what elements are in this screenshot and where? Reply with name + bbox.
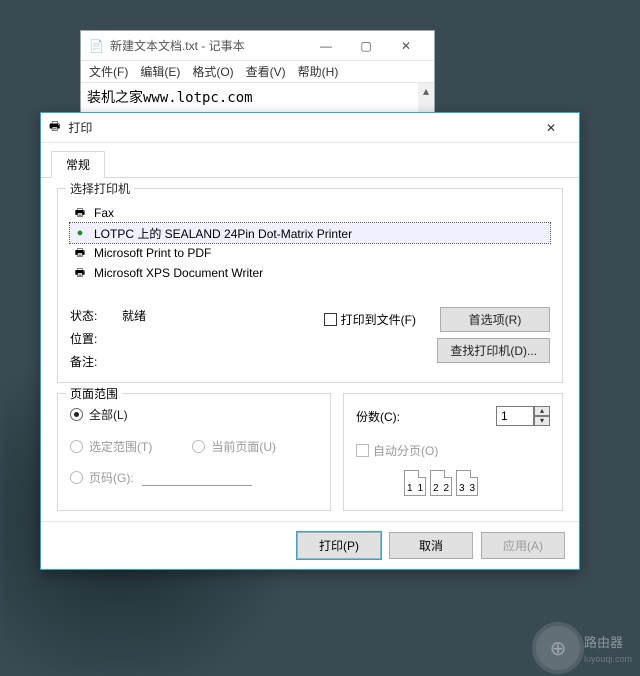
minimize-button[interactable]: —	[306, 31, 346, 61]
collate-checkbox: 自动分页(O)	[356, 442, 438, 459]
copies-label: 份数(C):	[356, 408, 400, 425]
menu-view[interactable]: 查看(V)	[246, 63, 286, 80]
spin-up-icon[interactable]: ▴	[534, 406, 550, 416]
apply-button: 应用(A)	[481, 532, 565, 559]
dialog-tabs: 常规	[41, 143, 579, 178]
radio-current: 当前页面(U)	[192, 438, 276, 455]
pages-input	[142, 469, 252, 486]
notepad-content[interactable]: 装机之家www.lotpc.com	[81, 83, 434, 111]
printer-list[interactable]: 🖶Fax ●LOTPC 上的 SEALAND 24Pin Dot-Matrix …	[70, 199, 550, 299]
printer-ready-icon: ●	[72, 226, 88, 240]
copies-group: 份数(C): ▴▾ 自动分页(O) 11 22 33	[343, 393, 563, 511]
printer-group: 选择打印机 🖶Fax ●LOTPC 上的 SEALAND 24Pin Dot-M…	[57, 188, 563, 383]
preferences-button[interactable]: 首选项(R)	[440, 307, 550, 332]
radio-pages: 页码(G):	[70, 469, 134, 486]
close-button[interactable]: ✕	[386, 31, 426, 61]
page-range-group: 页面范围 全部(L) 选定范围(T) 当前页面(U) 页码(G):	[57, 393, 331, 511]
notepad-title: 新建文本文档.txt - 记事本	[110, 37, 300, 54]
print-dialog: 🖶 打印 ✕ 常规 选择打印机 🖶Fax ●LOTPC 上的 SEALAND 2…	[40, 112, 580, 570]
printer-item-xps[interactable]: 🖶Microsoft XPS Document Writer	[70, 263, 550, 283]
status-label: 状态:	[70, 307, 122, 324]
printer-icon: 🖶	[72, 266, 88, 280]
printer-icon: 🖶	[49, 117, 60, 138]
menu-help[interactable]: 帮助(H)	[298, 63, 339, 80]
radio-all[interactable]: 全部(L)	[70, 406, 128, 423]
notepad-titlebar: 📄 新建文本文档.txt - 记事本 — ▢ ✕	[81, 31, 434, 61]
file-icon: 📄	[89, 39, 104, 53]
tab-general[interactable]: 常规	[51, 151, 105, 178]
menu-file[interactable]: 文件(F)	[89, 63, 128, 80]
page-range-label: 页面范围	[66, 385, 122, 402]
printer-item-sealand[interactable]: ●LOTPC 上的 SEALAND 24Pin Dot-Matrix Print…	[70, 223, 550, 243]
collate-preview: 11 22 33	[356, 470, 550, 496]
watermark-icon: ⊕	[536, 626, 580, 670]
copies-input[interactable]	[496, 406, 534, 426]
menu-format[interactable]: 格式(O)	[192, 63, 233, 80]
menu-edit[interactable]: 编辑(E)	[140, 63, 180, 80]
status-value: 就绪	[122, 307, 302, 324]
dialog-title: 打印	[68, 119, 523, 136]
comment-label: 备注:	[70, 353, 122, 370]
radio-selection: 选定范围(T)	[70, 438, 152, 455]
printer-item-fax[interactable]: 🖶Fax	[70, 203, 550, 223]
maximize-button[interactable]: ▢	[346, 31, 386, 61]
printer-item-pdf[interactable]: 🖶Microsoft Print to PDF	[70, 243, 550, 263]
cancel-button[interactable]: 取消	[389, 532, 473, 559]
find-printer-button[interactable]: 查找打印机(D)...	[437, 338, 550, 363]
copies-spinner[interactable]: ▴▾	[496, 406, 550, 426]
print-button[interactable]: 打印(P)	[297, 532, 381, 559]
spin-down-icon[interactable]: ▾	[534, 416, 550, 426]
dialog-close-button[interactable]: ✕	[531, 113, 571, 143]
dialog-titlebar: 🖶 打印 ✕	[41, 113, 579, 143]
select-printer-label: 选择打印机	[66, 180, 134, 197]
notepad-menubar: 文件(F) 编辑(E) 格式(O) 查看(V) 帮助(H)	[81, 61, 434, 83]
scroll-up-icon[interactable]: ▴	[418, 83, 434, 99]
print-to-file-checkbox[interactable]: 打印到文件(F)	[324, 311, 416, 328]
printer-icon: 🖶	[72, 246, 88, 260]
printer-icon: 🖶	[72, 206, 88, 220]
location-label: 位置:	[70, 330, 122, 347]
dialog-footer: 打印(P) 取消 应用(A)	[41, 521, 579, 569]
watermark: ⊕ 路由器luyouqi.com	[536, 626, 632, 670]
